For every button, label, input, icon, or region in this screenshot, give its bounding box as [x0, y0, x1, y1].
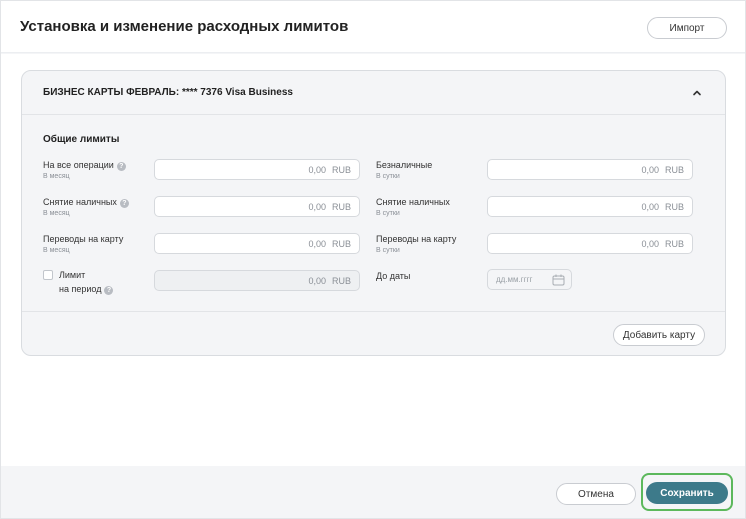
period-limit-label-1: Лимит: [59, 270, 86, 280]
cancel-button[interactable]: Отмена: [556, 483, 636, 505]
card-transfers-daily-value: 0,00: [641, 238, 659, 249]
card-transfers-input[interactable]: 0,00 RUB: [154, 233, 360, 254]
period-limit-value: 0,00: [308, 275, 326, 286]
cash-daily-sub: В сутки: [376, 210, 400, 217]
card-limits-panel: БИЗНЕС КАРТЫ ФЕВРАЛЬ: **** 7376 Visa Bus…: [21, 70, 726, 356]
cash-daily-currency: RUB: [664, 201, 684, 212]
cash-input[interactable]: 0,00 RUB: [154, 196, 360, 217]
until-date-label: До даты: [376, 271, 411, 281]
card-transfers-label: Переводы на карту: [43, 234, 124, 244]
question-icon[interactable]: ?: [119, 199, 129, 208]
card-transfers-value: 0,00: [308, 238, 326, 249]
question-icon[interactable]: ?: [116, 162, 126, 171]
cash-label: Снятие наличных?: [43, 197, 129, 208]
period-limit-input: 0,00 RUB: [154, 270, 360, 291]
limits-dialog: Установка и изменение расходных лимитов …: [0, 0, 746, 519]
add-card-button[interactable]: Добавить карту: [613, 324, 705, 346]
page-title: Установка и изменение расходных лимитов: [20, 18, 349, 35]
card-transfers-currency: RUB: [331, 238, 351, 249]
until-date-input[interactable]: дд.мм.гггг: [487, 269, 572, 290]
dialog-header: Установка и изменение расходных лимитов …: [1, 1, 745, 53]
card-title: БИЗНЕС КАРТЫ ФЕВРАЛЬ: **** 7376 Visa Bus…: [43, 87, 293, 98]
cashless-sub: В сутки: [376, 173, 400, 180]
card-transfers-daily-input[interactable]: 0,00 RUB: [487, 233, 693, 254]
cash-label-text: Снятие наличных: [43, 197, 117, 207]
all-ops-input[interactable]: 0,00 RUB: [154, 159, 360, 180]
dialog-footer: Отмена Сохранить: [1, 466, 745, 518]
cashless-label: Безналичные: [376, 160, 433, 170]
card-transfers-daily-sub: В сутки: [376, 247, 400, 254]
calendar-icon[interactable]: [552, 274, 565, 286]
dialog-body: БИЗНЕС КАРТЫ ФЕВРАЛЬ: **** 7376 Visa Bus…: [1, 54, 745, 466]
cash-value: 0,00: [308, 201, 326, 212]
cash-sub: В месяц: [43, 210, 70, 217]
card-transfers-daily-currency: RUB: [664, 238, 684, 249]
question-icon[interactable]: ?: [104, 286, 114, 295]
card-divider: [22, 311, 725, 312]
cash-daily-value: 0,00: [641, 201, 659, 212]
chevron-up-icon[interactable]: [690, 86, 704, 100]
period-limit-label-2-text: на период: [59, 284, 102, 294]
card-transfers-sub: В месяц: [43, 247, 70, 254]
card-transfers-daily-label: Переводы на карту: [376, 234, 457, 244]
all-ops-label: На все операции?: [43, 160, 126, 171]
cash-daily-label: Снятие наличных: [376, 197, 450, 207]
card-header[interactable]: БИЗНЕС КАРТЫ ФЕВРАЛЬ: **** 7376 Visa Bus…: [22, 71, 725, 115]
section-title: Общие лимиты: [43, 134, 120, 145]
cash-daily-input[interactable]: 0,00 RUB: [487, 196, 693, 217]
save-button-focus-ring: Сохранить: [641, 473, 733, 511]
cashless-value: 0,00: [641, 164, 659, 175]
all-ops-currency: RUB: [331, 164, 351, 175]
period-limit-label-2: на период?: [59, 284, 114, 295]
all-ops-value: 0,00: [308, 164, 326, 175]
all-ops-sub: В месяц: [43, 173, 70, 180]
period-limit-checkbox[interactable]: [43, 270, 53, 280]
cash-currency: RUB: [331, 201, 351, 212]
cashless-currency: RUB: [664, 164, 684, 175]
cashless-input[interactable]: 0,00 RUB: [487, 159, 693, 180]
until-date-placeholder: дд.мм.гггг: [496, 275, 533, 284]
all-ops-label-text: На все операции: [43, 160, 114, 170]
period-limit-currency: RUB: [331, 275, 351, 286]
save-button[interactable]: Сохранить: [646, 482, 728, 504]
import-button[interactable]: Импорт: [647, 17, 727, 39]
